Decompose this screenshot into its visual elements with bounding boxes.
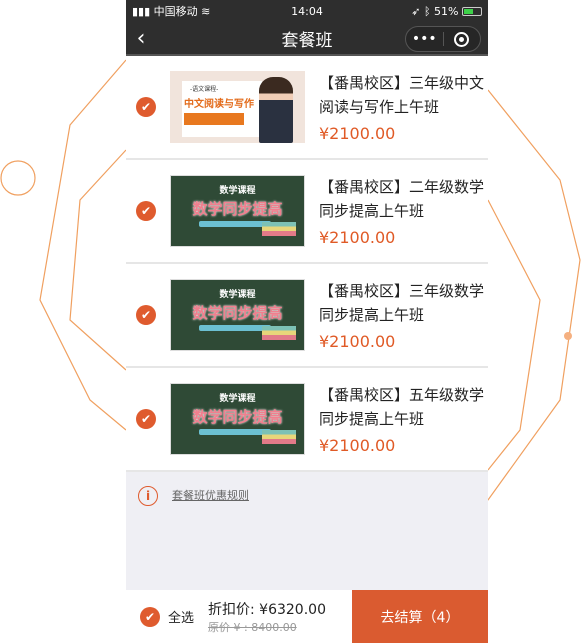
course-name: 【番禺校区】三年级中文阅读与写作上午班 <box>319 74 485 116</box>
checkbox-checked-icon[interactable]: ✔ <box>136 201 156 221</box>
target-icon <box>454 31 470 47</box>
select-all-checkbox[interactable]: ✔ <box>140 606 160 627</box>
rules-section: i 套餐班优惠规则 <box>126 472 488 592</box>
location-icon: ➶ <box>411 4 421 18</box>
phone-screen: ▮▮▮ 中国移动 ≋ 14:04 ➶ ᛒ 51% ‹ 套餐班 ••• ✔ -语文… <box>126 0 488 643</box>
course-thumbnail: 数学课程 数学同步提高 <box>170 279 305 351</box>
checkbox-checked-icon[interactable]: ✔ <box>136 97 156 117</box>
course-item[interactable]: ✔ 数学课程 数学同步提高 【番禺校区】三年级数学同步提高上午班 ¥2100.00 <box>126 264 488 368</box>
nav-bar: ‹ 套餐班 ••• <box>126 22 488 56</box>
bluetooth-icon: ᛒ <box>423 4 431 18</box>
discount-price: 折扣价: ¥6320.00 <box>208 601 326 618</box>
capsule-menu: ••• <box>405 26 481 52</box>
course-price: ¥2100.00 <box>319 332 396 351</box>
checkout-button[interactable]: 去结算（4） <box>352 590 488 643</box>
battery-percent: 51% <box>434 4 459 18</box>
course-thumbnail: 数学课程 数学同步提高 <box>170 175 305 247</box>
original-price: 原价 ¥ : 8400.00 <box>208 620 297 634</box>
checkbox-checked-icon[interactable]: ✔ <box>136 305 156 325</box>
wifi-icon: ≋ <box>201 5 211 18</box>
carrier: 中国移动 <box>153 5 198 18</box>
back-button[interactable]: ‹ <box>126 26 156 51</box>
status-bar: ▮▮▮ 中国移动 ≋ 14:04 ➶ ᛒ 51% <box>126 0 488 22</box>
more-button[interactable]: ••• <box>406 31 443 47</box>
course-thumbnail: -语文课程- 中文阅读与写作 <box>170 71 305 143</box>
course-thumbnail: 数学课程 数学同步提高 <box>170 383 305 455</box>
course-item[interactable]: ✔ -语文课程- 中文阅读与写作 【番禺校区】三年级中文阅读与写作上午班 ¥2100… <box>126 56 488 160</box>
checkout-bar: ✔ 全选 折扣价: ¥6320.00 原价 ¥ : 8400.00 去结算（4） <box>126 590 488 643</box>
close-miniprogram-button[interactable] <box>444 31 481 47</box>
course-name: 【番禺校区】二年级数学同步提高上午班 <box>319 178 485 220</box>
rules-link[interactable]: 套餐班优惠规则 <box>172 486 249 506</box>
course-price: ¥2100.00 <box>319 436 396 455</box>
signal-icon: ▮▮▮ <box>132 5 151 18</box>
course-name: 【番禺校区】三年级数学同步提高上午班 <box>319 282 485 324</box>
checkbox-checked-icon[interactable]: ✔ <box>136 409 156 429</box>
info-icon: i <box>138 486 158 506</box>
course-name: 【番禺校区】五年级数学同步提高上午班 <box>319 386 485 428</box>
battery-icon <box>462 7 482 16</box>
select-all-label[interactable]: 全选 <box>168 607 194 626</box>
course-item[interactable]: ✔ 数学课程 数学同步提高 【番禺校区】二年级数学同步提高上午班 ¥2100.00 <box>126 160 488 264</box>
course-price: ¥2100.00 <box>319 228 396 247</box>
course-price: ¥2100.00 <box>319 124 396 143</box>
course-item[interactable]: ✔ 数学课程 数学同步提高 【番禺校区】五年级数学同步提高上午班 ¥2100.00 <box>126 368 488 472</box>
